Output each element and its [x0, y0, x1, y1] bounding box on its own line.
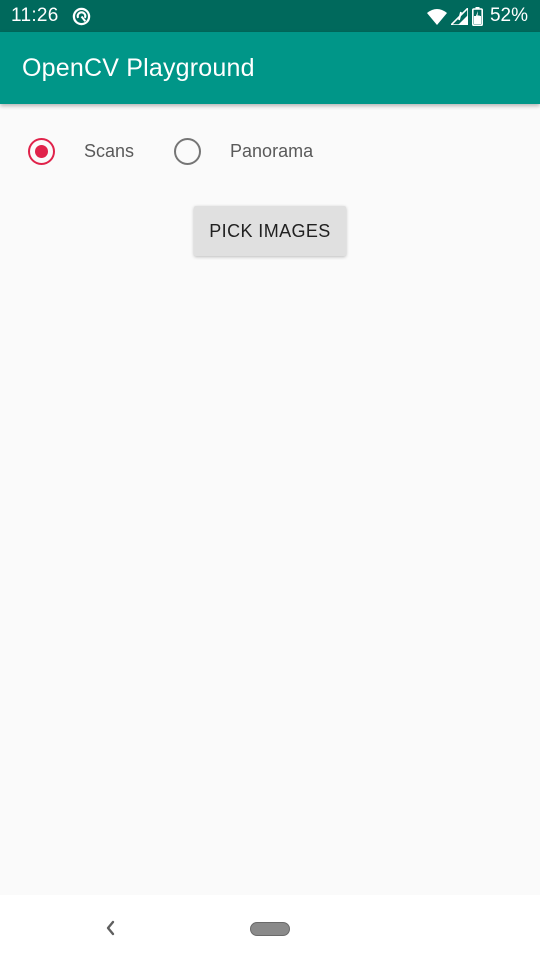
back-icon[interactable] [100, 916, 120, 940]
radio-label-panorama[interactable]: Panorama [230, 141, 313, 162]
home-pill-icon[interactable] [250, 922, 290, 936]
mode-radio-group: Scans Panorama [28, 138, 313, 165]
navigation-bar [0, 895, 540, 960]
app-notification-icon [72, 7, 91, 26]
radio-option-panorama[interactable]: Panorama [174, 138, 313, 165]
main-content: Scans Panorama PICK IMAGES [0, 104, 540, 895]
radio-label-scans[interactable]: Scans [84, 141, 134, 162]
radio-button-checked-icon[interactable] [28, 138, 55, 165]
app-title: OpenCV Playground [22, 53, 255, 82]
pick-images-button[interactable]: PICK IMAGES [194, 206, 346, 256]
battery-icon [471, 6, 483, 26]
radio-button-unchecked-icon[interactable] [174, 138, 202, 165]
cell-signal-icon [450, 7, 468, 25]
status-icons: 52% [426, 5, 528, 27]
app-bar: OpenCV Playground [0, 32, 540, 104]
status-time: 11:26 [11, 5, 59, 26]
radio-option-scans[interactable]: Scans [28, 138, 134, 165]
wifi-icon [426, 8, 447, 25]
battery-percentage: 52% [489, 5, 528, 26]
status-bar: 11:26 52% [0, 0, 540, 32]
